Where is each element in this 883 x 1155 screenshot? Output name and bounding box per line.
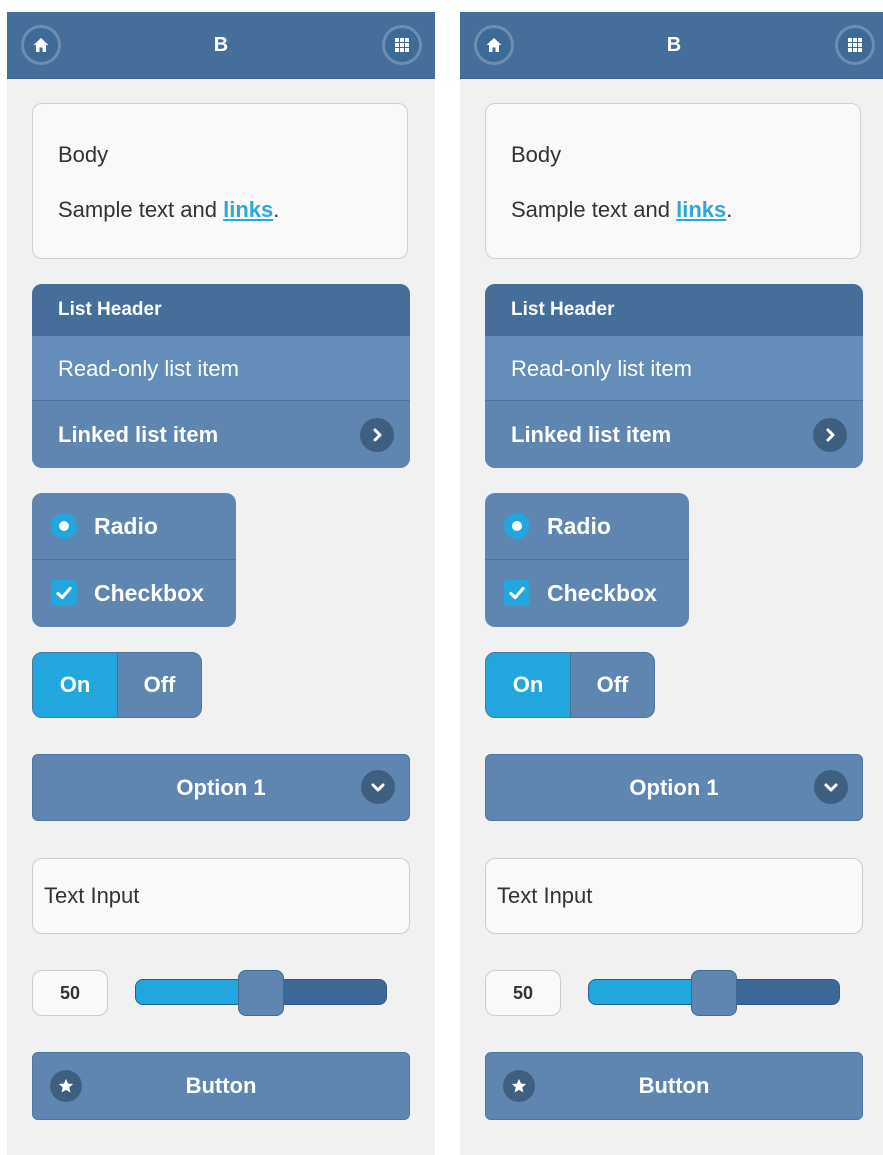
grid-icon (848, 38, 862, 52)
body-panel: Body Sample text and links. (485, 103, 861, 259)
body-link[interactable]: links (676, 197, 726, 222)
grid-button[interactable] (385, 28, 419, 62)
flip-switch-on[interactable]: On (33, 653, 118, 717)
select-value: Option 1 (176, 775, 266, 800)
chevron-right-icon (360, 418, 394, 452)
body-title: Body (511, 142, 562, 167)
flip-switch-on[interactable]: On (486, 653, 571, 717)
slider-handle[interactable] (691, 970, 737, 1016)
slider-value-input[interactable]: 50 (32, 970, 108, 1016)
body-panel: Body Sample text and links. (32, 103, 408, 259)
star-button[interactable]: Button (485, 1052, 863, 1120)
body-link[interactable]: links (223, 197, 273, 222)
grid-button[interactable] (838, 28, 872, 62)
linked-list-item[interactable]: Linked list item (485, 402, 863, 468)
flip-switch-off[interactable]: Off (571, 653, 654, 717)
body-text-suffix: . (273, 197, 280, 222)
body-text-prefix: Sample text and (511, 197, 677, 222)
theme-preview-left: B Body Sample text and links. List Heade… (7, 12, 435, 1155)
page-title: B (666, 34, 682, 56)
radio-label: Radio (94, 513, 158, 539)
body-text-suffix: . (726, 197, 733, 222)
select-menu[interactable]: Option 1 (485, 754, 863, 821)
star-button[interactable]: Button (32, 1052, 410, 1120)
page-title: B (213, 34, 229, 56)
linked-list-item[interactable]: Linked list item (32, 402, 410, 468)
checkbox-label: Checkbox (547, 580, 657, 606)
header-bar: B (7, 12, 435, 79)
slider-handle[interactable] (238, 970, 284, 1016)
button-label: Button (185, 1073, 257, 1098)
radio-label: Radio (547, 513, 611, 539)
button-label: Button (638, 1073, 710, 1098)
control-group: Radio Checkbox (32, 493, 236, 627)
radio-selected-icon (504, 513, 530, 539)
chevron-right-icon (813, 418, 847, 452)
checkmark-icon (51, 580, 77, 606)
checkbox-option[interactable]: Checkbox (32, 560, 236, 626)
readonly-list-item: Read-only list item (485, 336, 863, 401)
radio-option[interactable]: Radio (485, 493, 689, 560)
chevron-down-icon (814, 770, 848, 804)
header-bar: B (460, 12, 883, 79)
list-header: List Header (32, 284, 410, 336)
body-title: Body (58, 142, 109, 167)
checkbox-label: Checkbox (94, 580, 204, 606)
list-view: List Header Read-only list item Linked l… (485, 284, 863, 468)
grid-icon (395, 38, 409, 52)
text-input[interactable] (485, 858, 863, 934)
body-text-prefix: Sample text and (58, 197, 224, 222)
readonly-list-item: Read-only list item (32, 336, 410, 401)
list-header: List Header (485, 284, 863, 336)
list-view: List Header Read-only list item Linked l… (32, 284, 410, 468)
radio-option[interactable]: Radio (32, 493, 236, 560)
select-value: Option 1 (629, 775, 719, 800)
radio-selected-icon (51, 513, 77, 539)
body-text: Sample text and links. (58, 197, 279, 223)
linked-list-item-label: Linked list item (511, 422, 672, 447)
text-input[interactable] (32, 858, 410, 934)
control-group: Radio Checkbox (485, 493, 689, 627)
chevron-down-icon (361, 770, 395, 804)
linked-list-item-label: Linked list item (58, 422, 219, 447)
theme-preview-right: B Body Sample text and links. List Heade… (460, 12, 883, 1155)
slider-value-input[interactable]: 50 (485, 970, 561, 1016)
checkbox-option[interactable]: Checkbox (485, 560, 689, 626)
flip-switch[interactable]: On Off (485, 652, 655, 718)
select-menu[interactable]: Option 1 (32, 754, 410, 821)
flip-switch[interactable]: On Off (32, 652, 202, 718)
checkmark-icon (504, 580, 530, 606)
flip-switch-off[interactable]: Off (118, 653, 201, 717)
body-text: Sample text and links. (511, 197, 732, 223)
